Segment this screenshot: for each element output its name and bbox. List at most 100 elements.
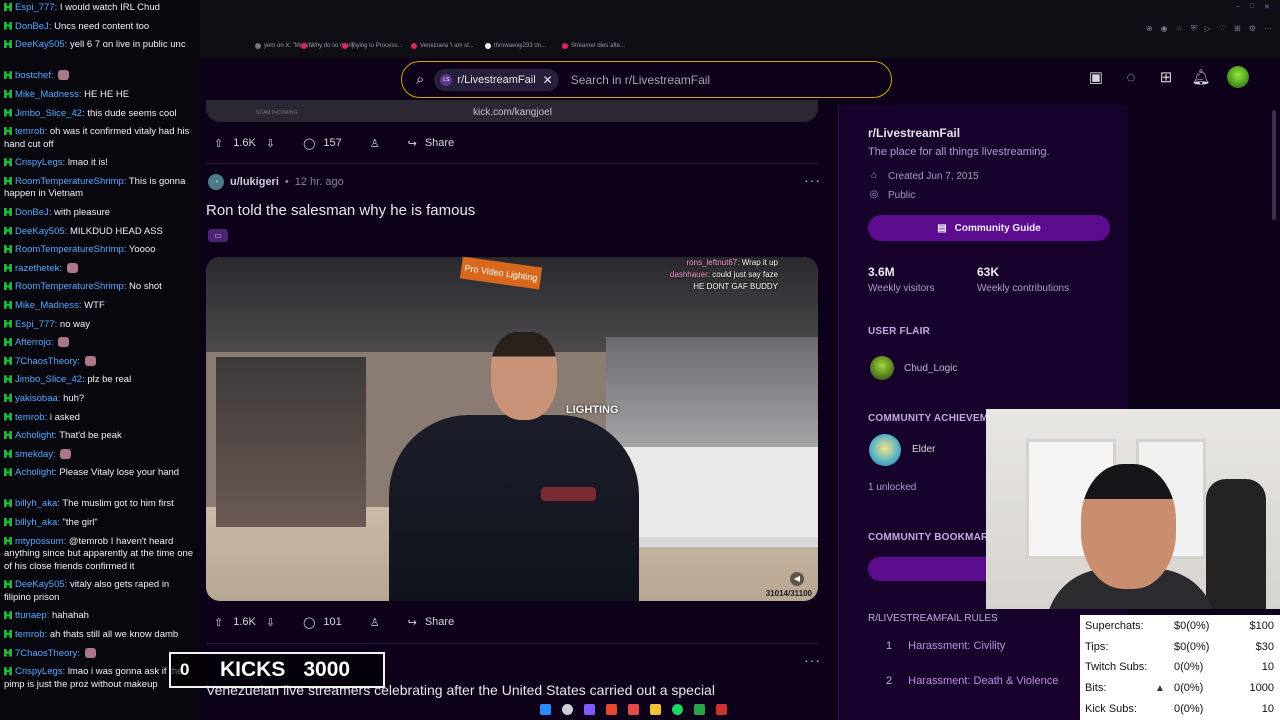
advertise-icon[interactable]: ▣ [1087, 68, 1105, 86]
community-guide-button[interactable]: ▤ Community Guide [868, 215, 1110, 241]
award-button[interactable]: ♙ [362, 609, 388, 635]
chat-username[interactable]: DonBeJ [15, 207, 49, 218]
comments-button[interactable]: ◯ 101 [295, 609, 350, 635]
window-controls[interactable]: – □ ✕ [1236, 3, 1270, 11]
share-button[interactable]: ↪ Share [400, 609, 463, 635]
author-avatar[interactable]: ◔ [208, 174, 224, 190]
zoom-icon[interactable]: ⊕ [1146, 24, 1153, 34]
browser-tab[interactable]: Streamer dies afte... [562, 40, 625, 52]
close-icon[interactable]: ✕ [1264, 3, 1270, 11]
notifications-icon[interactable]: 🔔︎ [1191, 68, 1210, 86]
overlay-chat-message: could just say faze [712, 270, 778, 279]
chat-username[interactable]: temrob [15, 126, 45, 137]
chat-username[interactable]: CrispyLegs [15, 157, 63, 168]
chat-username[interactable]: DeeKay505 [15, 226, 65, 237]
chat-username[interactable]: Espi_777 [15, 319, 55, 330]
subreddit-chip[interactable]: LS r/LivestreamFail ✕ [434, 68, 559, 91]
previous-post-media[interactable]: SCAM INCOMING kick.com/kangjoel [206, 100, 818, 122]
chat-username[interactable]: temrob [15, 412, 45, 423]
chat-username[interactable]: 7ChaosTheory [15, 648, 77, 659]
downvote-icon[interactable]: ⇩ [266, 137, 275, 150]
kicks-label: KICKS [220, 658, 286, 681]
extension-icon[interactable]: ◉ [1161, 24, 1168, 34]
upvote-icon[interactable]: ⇧ [214, 137, 223, 150]
downvote-icon[interactable]: ⇩ [266, 616, 275, 629]
chat-icon[interactable]: ◌ [1122, 68, 1140, 86]
chat-username[interactable]: 7ChaosTheory [15, 356, 77, 367]
rule-item[interactable]: 1 Harassment: Civility [886, 640, 1005, 652]
vote-control: ⇧ 1.6K ⇩ [206, 130, 283, 156]
chat-username[interactable]: Mike_Madness [15, 89, 79, 100]
page-scrollbar[interactable] [1272, 110, 1276, 220]
folder-icon[interactable] [650, 703, 661, 715]
play-icon[interactable]: ▷ [1205, 24, 1211, 34]
rule-label: Harassment: Death & Violence [908, 675, 1059, 687]
post-title[interactable]: Ron told the salesman why he is famous [206, 202, 475, 219]
settings-icon[interactable]: ⚙ [1249, 24, 1256, 34]
chat-username[interactable]: RoomTemperatureShrimp [15, 244, 124, 255]
user-flair[interactable]: Chud_Logic [870, 356, 957, 380]
chat-username[interactable]: Espi_777 [15, 2, 55, 13]
chat-username[interactable]: RoomTemperatureShrimp [15, 176, 124, 187]
achievements-unlocked-link[interactable]: 1 unlocked [868, 482, 916, 493]
recording-icon[interactable] [606, 703, 617, 715]
discord-icon[interactable] [584, 703, 595, 715]
chat-username[interactable]: mtypossum [15, 536, 64, 547]
post-video[interactable]: Pro Video Lighting LIGHTING rons_leftnut… [206, 257, 818, 601]
browser-tab[interactable]: Venezuela 'I am st... [411, 40, 474, 52]
remove-chip-icon[interactable]: ✕ [543, 73, 553, 87]
start-icon[interactable] [540, 703, 551, 715]
award-button[interactable]: ♙ [362, 130, 388, 156]
chat-username[interactable]: yakisobaa [15, 393, 58, 404]
chat-username[interactable]: RoomTemperatureShrimp [15, 281, 124, 292]
mute-icon[interactable]: ◀ [790, 572, 804, 586]
search-input[interactable]: Search in r/LivestreamFail [571, 73, 710, 87]
chat-username[interactable]: DeeKay505 [15, 39, 65, 50]
chat-username[interactable]: Acholight [15, 430, 54, 441]
spotify-icon[interactable] [672, 703, 683, 715]
kicks-goal: 3000 [303, 658, 351, 681]
post-overflow-icon[interactable]: ··· [804, 172, 821, 188]
community-name[interactable]: r/LivestreamFail [868, 126, 960, 140]
chat-username[interactable]: Mike_Madness [15, 300, 79, 311]
create-post-icon[interactable]: ⊞ [1157, 68, 1175, 86]
chat-username[interactable]: temrob [15, 629, 45, 640]
browser-tab[interactable]: throwaway233 on... [485, 40, 546, 52]
chat-text: WTF [84, 299, 105, 311]
post-overflow-icon[interactable]: ··· [804, 652, 821, 668]
chat-username[interactable]: billyh_aka [15, 517, 57, 528]
upvote-icon[interactable]: ⇧ [214, 616, 223, 629]
chat-username[interactable]: CrispyLegs [15, 666, 63, 677]
xbox-icon[interactable] [694, 703, 705, 715]
chat-text: ah thats still all we know damb [49, 628, 179, 640]
chat-username[interactable]: DeeKay505 [15, 579, 65, 590]
rule-item[interactable]: 2 Harassment: Death & Violence [886, 675, 1058, 687]
chat-username[interactable]: Afterrojo [15, 337, 51, 348]
browser-icon[interactable] [628, 703, 639, 715]
chat-username[interactable]: smekday [15, 449, 53, 460]
chat-username[interactable]: DonBeJ [15, 21, 49, 32]
achievement-badge[interactable] [869, 434, 901, 466]
heart-icon[interactable]: ♡ [1219, 24, 1226, 34]
minimize-icon[interactable]: – [1236, 3, 1240, 11]
star-icon[interactable]: ☆ [1176, 24, 1183, 34]
browser-tab[interactable]: Trying to Process... [342, 40, 402, 52]
user-avatar[interactable] [1227, 66, 1249, 88]
share-button[interactable]: ↪ Share [400, 130, 463, 156]
chat-username[interactable]: Jimbo_Slice_42 [15, 108, 82, 119]
shield-icon[interactable]: ⛨ [1191, 24, 1197, 34]
chat-username[interactable]: ttunaep [15, 610, 47, 621]
chat-username[interactable]: Jimbo_Slice_42 [15, 374, 82, 385]
chat-username[interactable]: billyh_aka [15, 498, 57, 509]
post-author[interactable]: u/lukigeri [230, 176, 279, 188]
chat-username[interactable]: bostchef [15, 70, 51, 81]
search-bar[interactable]: ⌕ LS r/LivestreamFail ✕ Search in r/Live… [401, 61, 892, 98]
menu-icon[interactable]: ⋯ [1264, 24, 1272, 34]
app-icon[interactable] [716, 703, 727, 715]
chat-username[interactable]: razethetek [15, 263, 59, 274]
taskbar-search-icon[interactable] [562, 703, 573, 715]
comments-button[interactable]: ◯ 157 [295, 130, 350, 156]
maximize-icon[interactable]: □ [1250, 3, 1254, 11]
bookmark-icon[interactable]: ⊞ [1234, 24, 1241, 34]
chat-username[interactable]: Acholight [15, 467, 54, 478]
